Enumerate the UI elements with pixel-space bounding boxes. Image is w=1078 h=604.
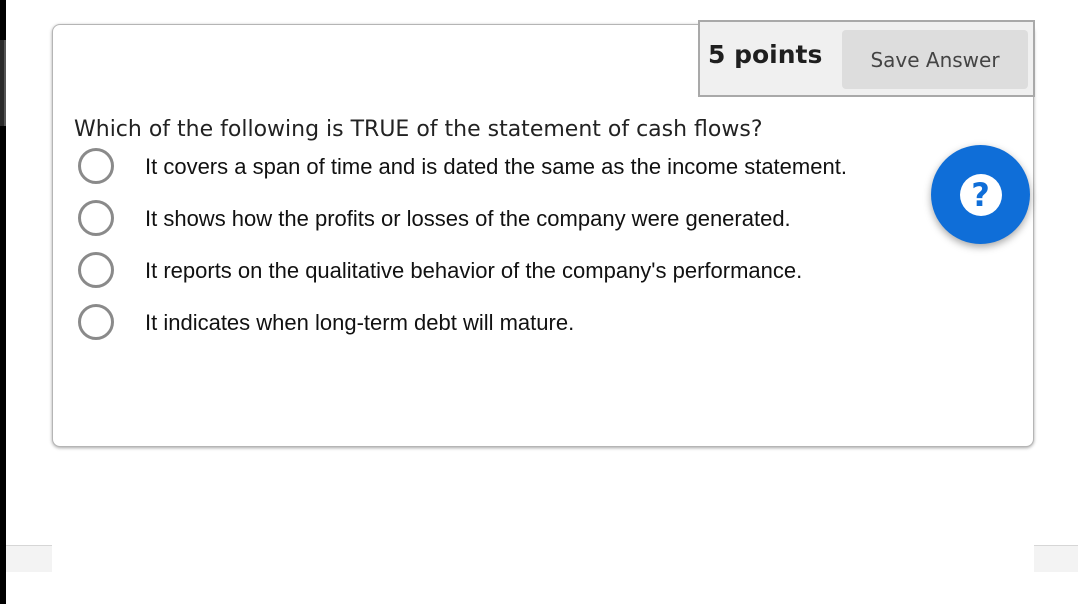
radio-button[interactable] — [78, 148, 114, 184]
answer-option-label: It reports on the qualitative behavior o… — [145, 258, 803, 283]
save-answer-button[interactable]: Save Answer — [842, 30, 1028, 89]
points-header: 5 points Save Answer — [698, 20, 1035, 97]
question-text: Which of the following is TRUE of the st… — [74, 117, 763, 142]
radio-button[interactable] — [78, 252, 114, 288]
help-button[interactable]: ? — [931, 145, 1030, 244]
answer-option[interactable]: It indicates when long-term debt will ma… — [78, 304, 948, 344]
answer-option-label: It shows how the profits or losses of th… — [145, 206, 791, 231]
answer-option[interactable]: It reports on the qualitative behavior o… — [78, 252, 948, 292]
left-edge-tab — [0, 40, 6, 126]
radio-button[interactable] — [78, 304, 114, 340]
bottom-strip-left — [6, 545, 52, 572]
question-mark-icon: ? — [959, 173, 1002, 216]
bottom-strip-right — [1034, 545, 1078, 572]
answer-option-label: It indicates when long-term debt will ma… — [145, 310, 575, 335]
points-label: 5 points — [708, 40, 823, 69]
answer-option-label: It covers a span of time and is dated th… — [145, 154, 847, 179]
radio-button[interactable] — [78, 200, 114, 236]
answer-option[interactable]: It covers a span of time and is dated th… — [78, 148, 948, 188]
answer-option[interactable]: It shows how the profits or losses of th… — [78, 200, 948, 240]
